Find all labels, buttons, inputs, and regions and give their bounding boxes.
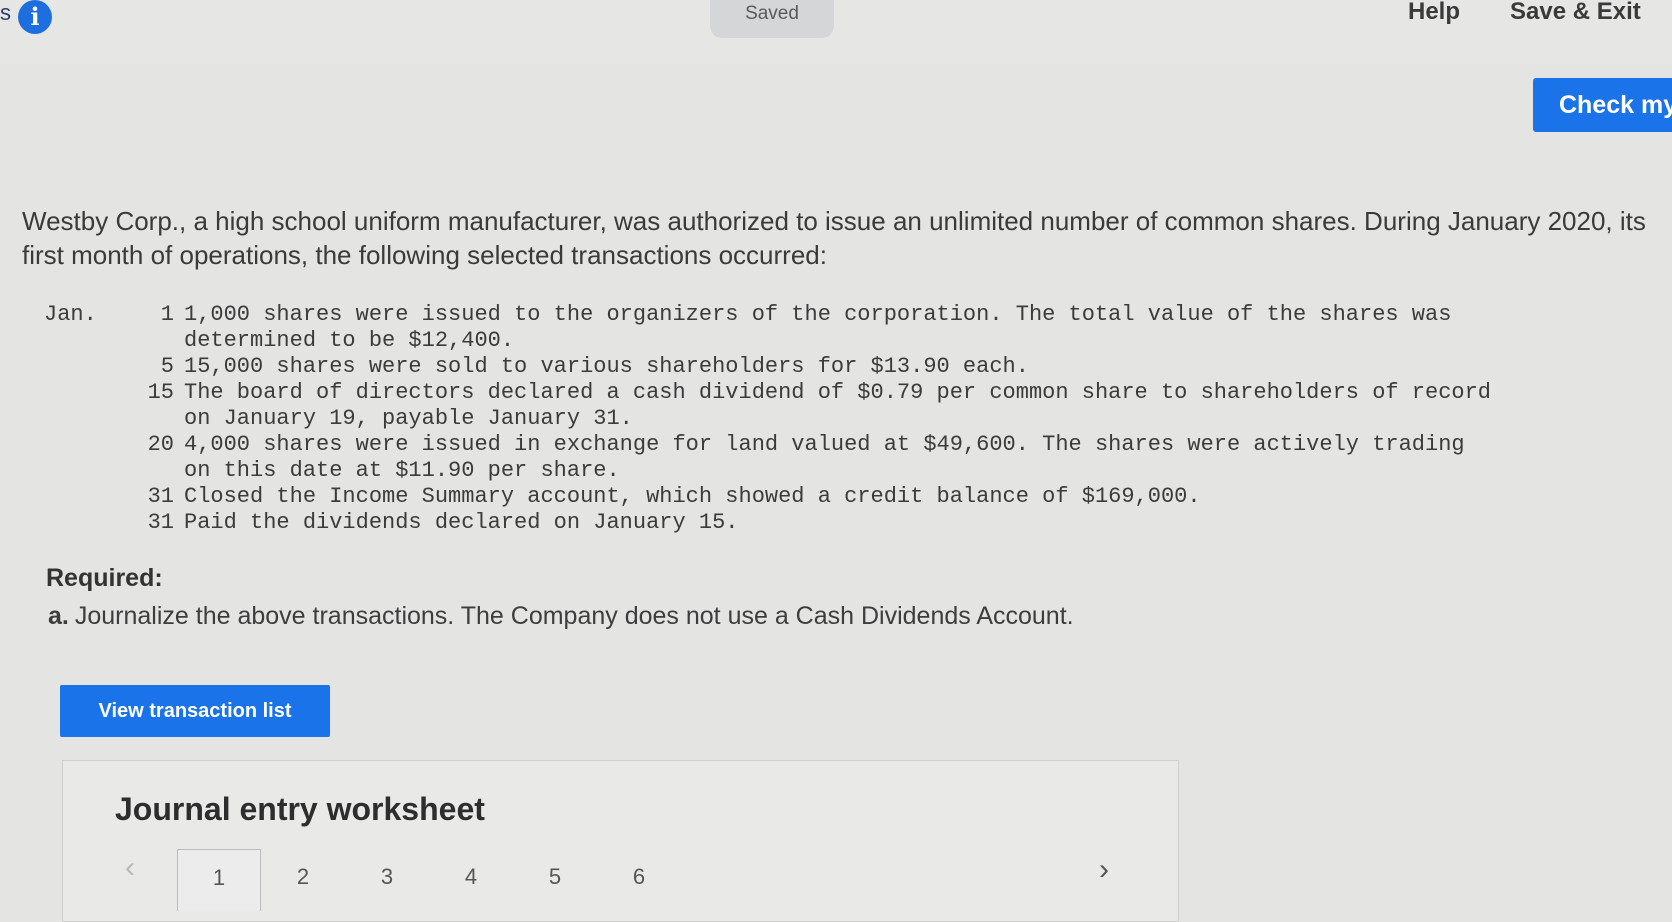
transaction-text: The board of directors declared a cash d… xyxy=(184,380,1492,431)
worksheet-tab-3[interactable]: 3 xyxy=(345,849,429,911)
transaction-row: 31 Paid the dividends declared on Januar… xyxy=(44,510,1504,536)
worksheet-tabs: 1 2 3 4 5 6 xyxy=(177,849,681,911)
chevron-right-icon[interactable]: › xyxy=(1099,853,1109,887)
transaction-text: 4,000 shares were issued in exchange for… xyxy=(184,432,1465,483)
worksheet-tab-5[interactable]: 5 xyxy=(513,849,597,911)
transaction-day: 20 xyxy=(147,432,174,457)
transaction-row: 31 Closed the Income Summary account, wh… xyxy=(44,484,1504,510)
info-icon[interactable]: i xyxy=(18,0,52,34)
chevron-left-icon[interactable]: ‹ xyxy=(125,851,135,885)
help-link[interactable]: Help xyxy=(1408,0,1460,26)
journal-entry-worksheet: Journal entry worksheet ‹ 1 2 3 4 5 6 › xyxy=(62,760,1179,922)
transaction-row: 5 15,000 shares were sold to various sha… xyxy=(44,354,1504,380)
required-heading: Required: xyxy=(46,564,163,592)
transaction-day: 31 xyxy=(147,510,174,535)
required-item-a: a. Journalize the above transactions. The… xyxy=(48,602,1074,631)
transaction-day: 31 xyxy=(147,484,174,509)
save-exit-link[interactable]: Save & Exit xyxy=(1510,0,1641,26)
transaction-row: Jan. 1 1,000 shares were issued to the o… xyxy=(44,302,1504,354)
worksheet-tab-4[interactable]: 4 xyxy=(429,849,513,911)
worksheet-tab-1[interactable]: 1 xyxy=(177,849,261,911)
worksheet-title: Journal entry worksheet xyxy=(115,791,485,827)
transaction-day: 5 xyxy=(160,354,174,379)
worksheet-tab-6[interactable]: 6 xyxy=(597,849,681,911)
question-intro: Westby Corp., a high school uniform manu… xyxy=(22,206,1646,270)
required-item-letter: a. xyxy=(48,602,69,630)
transaction-list: Jan. 1 1,000 shares were issued to the o… xyxy=(44,302,1504,536)
transaction-text: 15,000 shares were sold to various share… xyxy=(184,354,1029,379)
check-my-work-button[interactable]: Check my xyxy=(1533,78,1672,132)
transaction-row: 20 4,000 shares were issued in exchange … xyxy=(44,432,1504,484)
transaction-text: 1,000 shares were issued to the organize… xyxy=(184,302,1452,353)
top-bar: s i Saved Help Save & Exit xyxy=(0,0,1672,64)
transaction-day: 1 xyxy=(160,302,174,327)
required-item-text: Journalize the above transactions. The C… xyxy=(74,602,1074,630)
transaction-row: 15 The board of directors declared a cas… xyxy=(44,380,1504,432)
transaction-text: Closed the Income Summary account, which… xyxy=(184,484,1201,509)
topbar-edge-text: s xyxy=(0,0,11,25)
transaction-text: Paid the dividends declared on January 1… xyxy=(184,510,739,535)
worksheet-tab-2[interactable]: 2 xyxy=(261,849,345,911)
transaction-day: 15 xyxy=(147,380,174,405)
transaction-month: Jan. xyxy=(44,302,97,327)
view-transaction-list-button[interactable]: View transaction list xyxy=(60,685,330,737)
saved-status: Saved xyxy=(710,0,834,38)
